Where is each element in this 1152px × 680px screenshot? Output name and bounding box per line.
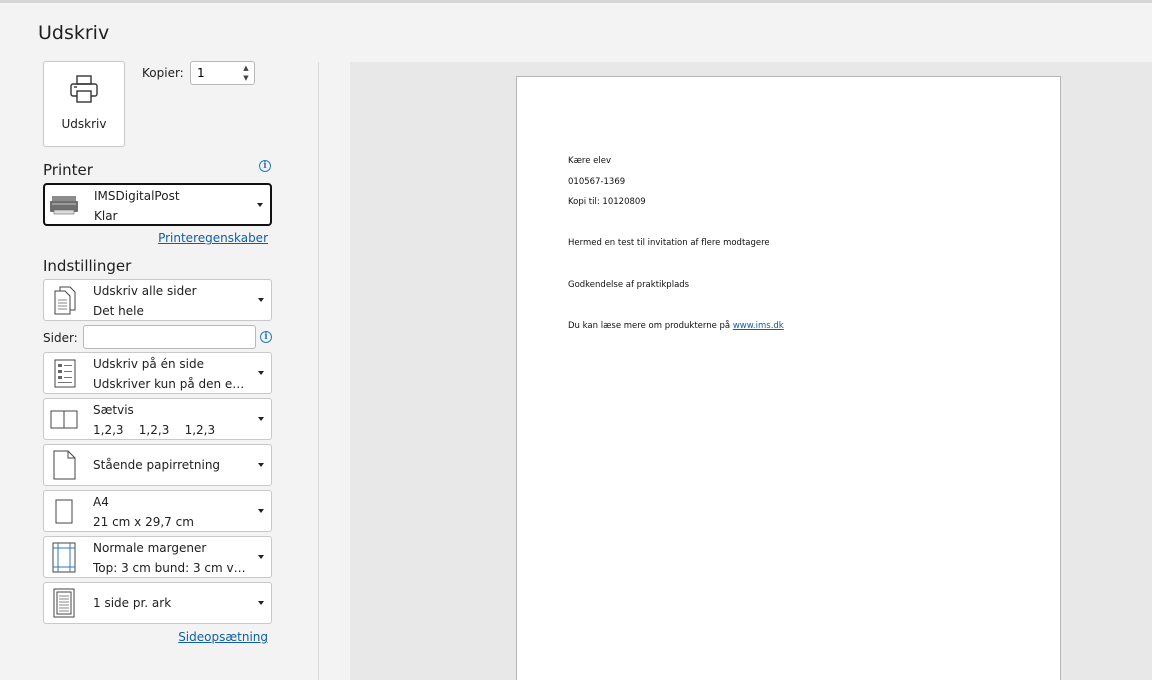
collation-dropdown[interactable]: Sætvis 1,2,3 1,2,3 1,2,3 xyxy=(43,398,272,440)
printer-name: IMSDigitalPost xyxy=(94,189,180,203)
orientation-label: Stående papirretning xyxy=(93,458,221,472)
preview-link[interactable]: www.ims.dk xyxy=(733,321,784,331)
printer-icon xyxy=(70,75,98,103)
printer-section-title: Printer xyxy=(43,161,93,179)
chevron-down-icon[interactable]: ▼ xyxy=(241,73,251,83)
collated-icon xyxy=(50,410,78,429)
top-border xyxy=(0,0,1152,3)
copies-stepper[interactable]: ▲ ▼ xyxy=(190,61,255,85)
sides-dropdown[interactable]: Udskriv på én side Udskriver kun på den … xyxy=(43,352,272,394)
preview-page: Kære elev 010567-1369 Kopi til: 10120809… xyxy=(516,76,1061,680)
printer-dropdown[interactable]: IMSDigitalPost Klar xyxy=(43,183,272,226)
copies-input[interactable] xyxy=(197,65,237,81)
preview-body-1: Hermed en test til invitation af flere m… xyxy=(568,238,770,248)
pages-per-sheet-dropdown[interactable]: 1 side pr. ark xyxy=(43,582,272,624)
chevron-down-icon xyxy=(258,509,264,513)
preview-body-3: Du kan læse mere om produkterne på www.i… xyxy=(568,321,784,331)
sides-label: Udskriv på én side xyxy=(93,357,204,371)
pages-icon xyxy=(54,286,76,315)
chevron-down-icon xyxy=(257,202,263,207)
copies-label: Kopier: xyxy=(142,66,184,80)
chevron-down-icon xyxy=(258,601,264,605)
page-title: Udskriv xyxy=(38,22,110,44)
chevron-down-icon xyxy=(258,371,264,375)
info-icon[interactable]: i xyxy=(259,160,271,172)
pages-per-sheet-label: 1 side pr. ark xyxy=(93,596,172,610)
print-button[interactable]: Udskriv xyxy=(43,61,125,147)
chevron-down-icon xyxy=(258,555,264,559)
orientation-dropdown[interactable]: Stående papirretning xyxy=(43,444,272,486)
margins-value: Top: 3 cm bund: 3 cm venstre: 3 cm højre… xyxy=(93,561,251,575)
chevron-down-icon xyxy=(258,463,264,467)
margins-dropdown[interactable]: Normale margener Top: 3 cm bund: 3 cm ve… xyxy=(43,536,272,578)
print-range-dropdown[interactable]: Udskriv alle sider Det hele xyxy=(43,279,272,321)
pages-label: Sider: xyxy=(43,331,78,345)
preview-body-2: Godkendelse af praktikplads xyxy=(568,280,690,290)
print-range-value: Det hele xyxy=(93,304,144,318)
chevron-up-icon[interactable]: ▲ xyxy=(241,63,251,73)
info-icon[interactable]: i xyxy=(260,331,272,343)
preview-body-3-text: Du kan læse mere om produkterne på xyxy=(568,321,733,331)
paper-size-icon xyxy=(55,499,73,524)
sides-value: Udskriver kun på den ene side af arket xyxy=(93,377,251,391)
print-button-label: Udskriv xyxy=(61,117,107,131)
print-range-label: Udskriv alle sider xyxy=(93,284,197,298)
preview-greeting: Kære elev xyxy=(568,156,612,166)
chevron-down-icon xyxy=(258,298,264,302)
paper-size-value: 21 cm x 29,7 cm xyxy=(93,515,194,529)
preview-number: 010567-1369 xyxy=(568,177,626,187)
one-sided-icon xyxy=(54,359,76,388)
pages-per-sheet-icon xyxy=(53,588,75,618)
pages-input[interactable] xyxy=(83,325,256,349)
margins-label: Normale margener xyxy=(93,541,207,555)
preview-copy-to: Kopi til: 10120809 xyxy=(568,197,646,207)
collation-value: 1,2,3 1,2,3 1,2,3 xyxy=(93,423,216,437)
page-setup-link[interactable]: Sideopsætning xyxy=(178,630,268,644)
collation-label: Sætvis xyxy=(93,403,134,417)
printer-status: Klar xyxy=(94,209,118,223)
print-preview[interactable]: Kære elev 010567-1369 Kopi til: 10120809… xyxy=(350,62,1152,680)
margins-icon xyxy=(52,542,76,573)
paper-size-label: A4 xyxy=(93,495,109,509)
portrait-icon xyxy=(53,450,76,480)
paper-size-dropdown[interactable]: A4 21 cm x 29,7 cm xyxy=(43,490,272,532)
printer-device-icon xyxy=(50,196,78,215)
chevron-down-icon xyxy=(258,417,264,421)
printer-properties-link[interactable]: Printeregenskaber xyxy=(158,231,268,245)
settings-section-title: Indstillinger xyxy=(43,257,132,275)
panel-divider xyxy=(318,62,319,680)
